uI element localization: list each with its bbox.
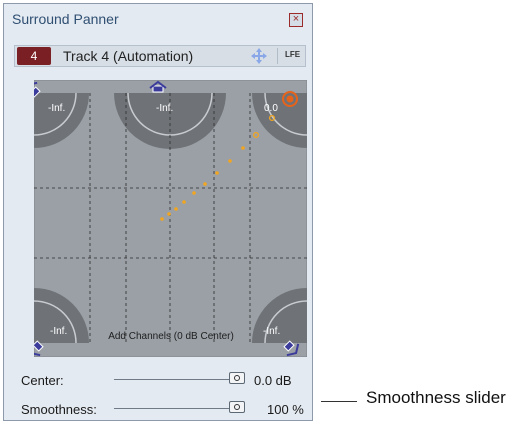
center-slider-track[interactable]	[114, 379, 244, 380]
close-icon: ×	[292, 13, 300, 25]
center-slider-thumb[interactable]	[229, 372, 245, 384]
speaker-level-rear-right: -Inf.	[263, 326, 280, 337]
add-channels-label: Add Channels (0 dB Center)	[108, 331, 234, 342]
smoothness-value: 100 %	[267, 402, 304, 417]
track-name: Track 4 (Automation)	[63, 48, 194, 64]
track-number-badge[interactable]: 4	[17, 47, 51, 65]
title-bar: Surround Panner ×	[4, 4, 312, 34]
center-label: Center:	[21, 373, 64, 388]
window-title: Surround Panner	[12, 11, 119, 27]
center-value: 0.0 dB	[254, 373, 292, 388]
pan-field[interactable]: -Inf. -Inf. 0.0 -Inf. -Inf. Add Channels…	[34, 80, 307, 357]
callout-line	[321, 401, 357, 402]
speaker-level-front-right: 0.0	[264, 103, 278, 114]
smoothness-slider-callout: Smoothness slider	[366, 388, 506, 407]
speaker-level-front-left: -Inf.	[48, 103, 65, 114]
header-divider	[277, 48, 278, 64]
track-header: 4 Track 4 (Automation) LFE	[14, 45, 306, 67]
smoothness-slider-track[interactable]	[114, 408, 244, 409]
surround-panner-window: Surround Panner × 4 Track 4 (Automation)…	[3, 3, 313, 421]
move-icon[interactable]	[250, 47, 268, 65]
smoothness-slider-thumb[interactable]	[229, 401, 245, 413]
speaker-level-rear-left: -Inf.	[50, 326, 67, 337]
lfe-button[interactable]: LFE	[285, 50, 300, 59]
speaker-level-center: -Inf.	[156, 103, 173, 114]
close-button[interactable]: ×	[289, 13, 303, 27]
smoothness-label: Smoothness:	[21, 402, 97, 417]
